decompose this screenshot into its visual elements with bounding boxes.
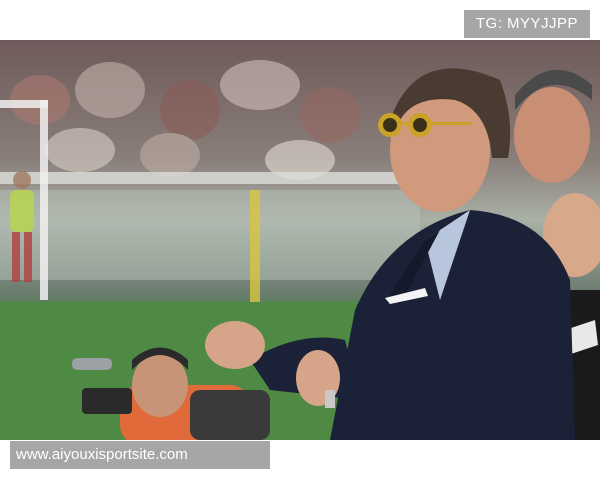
telegram-watermark: TG: MYYJJPP <box>463 10 590 38</box>
bystander-figure <box>514 69 592 183</box>
crowd-background <box>10 60 360 180</box>
site-watermark: www.aiyouxisportsite.com <box>10 441 270 469</box>
stadium-photo <box>0 40 600 440</box>
photo-illustration <box>0 60 600 440</box>
